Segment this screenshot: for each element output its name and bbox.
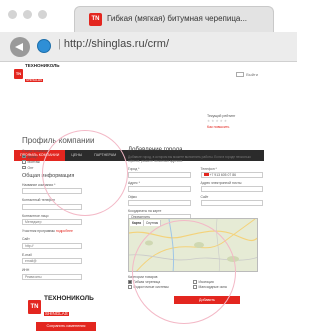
tab-title: Гибкая (мягкая) битумная черепица... [107,14,248,23]
phone-field[interactable] [22,203,82,210]
street-field[interactable] [128,185,191,192]
exit-icon [236,72,245,78]
logo-sub: SHINGLAS [25,77,44,82]
map-type-tabs: Карта Спутник [130,220,162,226]
category-option[interactable]: Гибкая черепица [128,280,193,284]
map-tab-satellite[interactable]: Спутник [144,220,162,226]
browser-tabbar: TN Гибкая (мягкая) битумная черепица... [0,0,297,32]
checkbox-icon [128,285,132,289]
address-site-label: Сайт [200,194,209,199]
company-name-field[interactable] [22,188,82,194]
back-arrow-icon[interactable] [10,37,30,57]
email-field[interactable]: email@ [22,258,82,264]
url-text: http://shinglas.ru/crm/ [63,38,170,50]
map-image [129,219,257,271]
site-logo[interactable]: TN ТЕХНОНИКОЛЬ SHINGLAS [14,63,60,85]
sidebar-logo-name: ТЕХНОНИКОЛЬ [44,295,94,302]
person-label: Контактное лицо [22,213,49,218]
favicon-icon: TN [89,13,102,26]
screenshot-root: TN Гибкая (мягкая) битумная черепица... … [0,0,297,334]
address-email-label: Адрес электронной почты [200,180,242,185]
exit-link[interactable]: Выйти [236,72,258,78]
site-label: Сайт [22,237,30,241]
address-column: Добавление города Добавьте город, в кото… [128,147,263,220]
address-site-field[interactable] [200,199,263,206]
registration-note: Участник программы подробнее [22,229,114,233]
checkbox-icon [193,285,197,289]
category-label: Изоляция [198,280,214,284]
window-controls [8,10,47,19]
maximize-window-dot[interactable] [38,10,47,19]
logo-mark-icon: TN [14,69,23,80]
exit-label: Выйти [246,72,258,77]
browser-tab[interactable]: TN Гибкая (мягкая) битумная черепица... [74,6,274,32]
general-info-title: Общая информация [22,172,75,179]
categories-title: Категории товаров [128,275,158,279]
street-label: Адрес * [128,180,140,185]
globe-icon [37,39,51,53]
address-email-field[interactable] [200,185,263,192]
status-option-label: Монтаж [27,160,40,164]
status-label: Статус компании [22,149,49,153]
email-label: E-mail [22,252,32,257]
profile-column: Профиль компании Статус компании Дилер М… [22,136,114,280]
address-phone-field[interactable]: +7 913 605 07 86 [200,171,263,178]
address-title: Добавление города [128,147,183,153]
status-option[interactable]: Опт [22,166,114,170]
save-button[interactable]: Сохранить изменения [36,322,96,331]
city-field[interactable] [128,171,191,178]
url-field[interactable]: | http://shinglas.ru/crm/ [58,38,169,50]
checkbox-icon [22,154,26,159]
checkbox-icon [193,280,197,284]
office-label: Офис [128,194,138,199]
checkbox-icon [22,160,26,164]
status-option-label: Дилер [27,154,38,159]
rating-block: Текущий рейтинг ★★★★★ Как повысить [207,114,235,130]
add-city-button[interactable]: Добавить [174,296,240,304]
office-field[interactable] [128,199,191,206]
inn-label: ИНН [22,268,30,272]
coords-label: Координаты на карте [128,208,162,213]
category-option[interactable]: Мансардные окна [193,285,258,289]
sidebar-logo: TN ТЕХНОНИКОЛЬ SHINGLAS [28,295,94,319]
flag-icon [203,173,209,177]
address-hint: Добавьте город, в котором вы можете выпо… [128,155,251,164]
category-option[interactable]: Водосточные системы [128,285,193,289]
minimize-window-dot[interactable] [23,10,32,19]
site-field[interactable]: http:// [22,242,82,249]
address-phone-label: Телефон * [200,166,217,171]
inn-field[interactable]: Реквизиты [22,273,82,280]
rating-link[interactable]: Как повысить [207,125,235,130]
map-tab-map[interactable]: Карта [130,220,144,226]
address-bar: | http://shinglas.ru/crm/ [0,32,297,62]
status-option[interactable]: Дилер [22,155,114,159]
checkbox-icon [22,165,26,170]
company-name-label: Название компании * [22,182,56,187]
logo-mark-icon: TN [28,300,41,315]
categories-block: Категории товаров Гибкая черепица Изоляц… [128,275,258,289]
category-label: Мансардные окна [198,285,227,289]
city-map[interactable]: Карта Спутник [128,218,258,272]
category-label: Гибкая черепица [133,280,161,284]
logo-name: ТЕХНОНИКОЛЬ [25,63,60,68]
page-title: Профиль компании [22,136,95,145]
registration-link[interactable]: подробнее [56,229,73,233]
checkbox-icon [128,280,132,284]
address-phone-value: +7 913 605 07 86 [209,172,237,177]
sidebar-logo-sub: SHINGLAS [44,310,69,316]
phone-label: Контактный телефон [22,198,56,202]
registration-note-text: Участник программы [22,229,55,233]
person-field[interactable]: Менеджер [22,219,82,225]
status-option[interactable]: Монтаж [22,160,114,164]
status-option-label: Опт [27,165,34,170]
close-window-dot[interactable] [8,10,17,19]
category-option[interactable]: Изоляция [193,280,258,284]
city-label: Город * [128,166,140,171]
category-label: Водосточные системы [133,285,169,289]
